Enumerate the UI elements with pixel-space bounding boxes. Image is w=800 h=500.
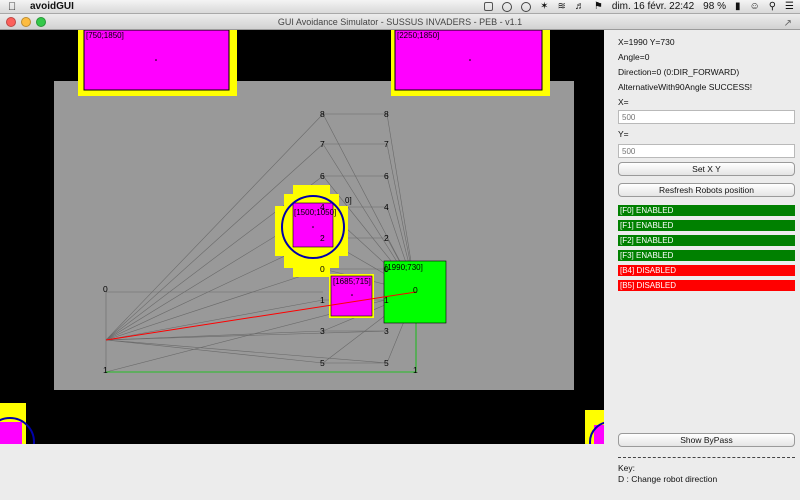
robot-center-label: [1500;1050] [294, 208, 336, 217]
minimize-window-button[interactable] [21, 17, 31, 27]
sync-icon[interactable] [502, 1, 513, 12]
x-label: X= [618, 97, 629, 107]
close-window-button[interactable] [6, 17, 16, 27]
sensor-b4-status: [B4] DISABLED [618, 265, 795, 276]
svg-text:5: 5 [320, 358, 325, 368]
robot-bottom-left [0, 403, 35, 444]
battery-icon[interactable]: ▮ [735, 1, 741, 12]
svg-text:6: 6 [320, 171, 325, 181]
position-text: X=1990 Y=730 [618, 37, 675, 47]
svg-text:0: 0 [320, 264, 325, 274]
sensor-f3-status: [F3] ENABLED [618, 250, 795, 261]
svg-text:6: 6 [384, 171, 389, 181]
spotlight-icon[interactable]: ⚲ [769, 1, 776, 12]
set-xy-button[interactable]: Set X Y [618, 162, 795, 176]
svg-text:4: 4 [384, 202, 389, 212]
robot-top-left-center [155, 59, 157, 61]
canvas-bottom-strip [0, 444, 604, 500]
robot-center-side-label: 0] [345, 196, 352, 205]
user-icon[interactable]: ☺ [749, 1, 759, 12]
battery-text[interactable]: 98 % [703, 1, 726, 12]
robot-small-label: [1685;715] [333, 277, 371, 286]
svg-text:2: 2 [384, 233, 389, 243]
sensor-f0-status: [F0] ENABLED [618, 205, 795, 216]
svg-text:7: 7 [320, 139, 325, 149]
wifi-icon[interactable]: ≋ [558, 1, 566, 12]
svg-text:8: 8 [384, 109, 389, 119]
window-title: GUI Avoidance Simulator - SUSSUS INVADER… [277, 17, 523, 27]
robot-bottom-right [585, 410, 604, 444]
svg-text:3: 3 [320, 326, 325, 336]
zoom-window-button[interactable] [36, 17, 46, 27]
svg-text:2: 2 [320, 233, 325, 243]
app-name[interactable]: avoidGUI [30, 1, 74, 12]
y-label: Y= [618, 129, 629, 139]
simulator-canvas[interactable]: [750;1850] [2250;1850] [1500;1050] 0] [1… [0, 30, 604, 444]
window-titlebar: GUI Avoidance Simulator - SUSSUS INVADER… [0, 14, 800, 30]
sensor-f1-status: [F1] ENABLED [618, 220, 795, 231]
svg-text:0: 0 [413, 285, 418, 295]
time-machine-icon[interactable] [521, 1, 532, 12]
svg-text:1: 1 [384, 295, 389, 305]
svg-text:8: 8 [320, 109, 325, 119]
volume-icon[interactable]: ♬ [575, 1, 585, 12]
robot-top-left-label: [750;1850] [86, 31, 124, 40]
sensor-f2-status: [F2] ENABLED [618, 235, 795, 246]
direction-text: Direction=0 (0:DIR_FORWARD) [618, 67, 740, 77]
status-message: AlternativeWith90Angle SUCCESS! [618, 82, 753, 92]
svg-text:0: 0 [384, 264, 389, 274]
key-hint: D : Change robot direction [618, 474, 718, 484]
clock-text[interactable]: dim. 16 févr. 22:42 [612, 1, 694, 12]
control-panel: X=1990 Y=730 Angle=0 Direction=0 (0:DIR_… [604, 30, 800, 500]
svg-text:3: 3 [384, 326, 389, 336]
refresh-robots-button[interactable]: Resfresh Robots position [618, 183, 795, 197]
own-robot-label: [1990;730] [385, 263, 423, 272]
robot-top-right-center [469, 59, 471, 61]
svg-text:4: 4 [320, 202, 325, 212]
menu-bar:  avoidGUI ✶ ≋ ♬ ⚑ dim. 16 févr. 22:42 9… [0, 0, 800, 14]
panel-separator [618, 457, 795, 458]
svg-text:1: 1 [413, 365, 418, 375]
list-icon[interactable]: ☰ [785, 1, 794, 12]
robot-small-center [351, 294, 353, 296]
svg-text:0: 0 [103, 284, 108, 294]
x-input[interactable] [618, 110, 795, 124]
robot-top-right-label: [2250;1850] [397, 31, 439, 40]
sensor-b5-status: [B5] DISABLED [618, 280, 795, 291]
flag-icon[interactable]: ⚑ [594, 1, 603, 12]
bluetooth-icon[interactable]: ✶ [540, 1, 548, 12]
show-bypass-button[interactable]: Show ByPass [618, 433, 795, 447]
simulator-drawing: [750;1850] [2250;1850] [1500;1050] 0] [1… [0, 30, 604, 444]
key-title: Key: [618, 463, 636, 473]
svg-text:1: 1 [320, 295, 325, 305]
apple-icon[interactable]:  [8, 1, 16, 13]
y-input[interactable] [618, 144, 795, 158]
status-icon-square[interactable] [484, 2, 494, 11]
svg-text:7: 7 [384, 139, 389, 149]
robot-center [275, 185, 348, 277]
svg-text:5: 5 [384, 358, 389, 368]
angle-text: Angle=0 [618, 52, 650, 62]
svg-text:1: 1 [103, 365, 108, 375]
